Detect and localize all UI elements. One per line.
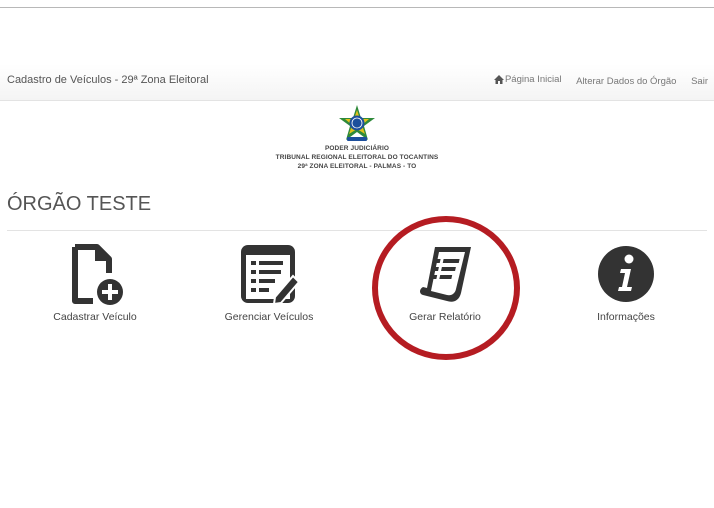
tile-gerenciar-veiculos[interactable]: Gerenciar Veículos — [194, 243, 344, 323]
info-icon — [598, 246, 654, 302]
home-icon — [493, 75, 504, 84]
highlight-circle — [372, 216, 520, 360]
navbar: Cadastro de Veículos - 29ª Zona Eleitora… — [0, 64, 714, 101]
title-divider — [7, 230, 707, 231]
brazil-coat-of-arms-icon — [339, 105, 375, 141]
app-brand[interactable]: Cadastro de Veículos - 29ª Zona Eleitora… — [7, 74, 209, 86]
tile-cadastrar-veiculo[interactable]: Cadastrar Veículo — [20, 243, 170, 323]
header-line-2: TRIBUNAL REGIONAL ELEITORAL DO TOCANTINS — [275, 154, 439, 161]
nav-sair-link[interactable]: Sair — [691, 76, 708, 87]
header-line-3: 29ª ZONA ELEITORAL - PALMAS - TO — [297, 163, 417, 170]
file-add-icon — [72, 244, 123, 305]
edit-list-icon — [241, 245, 301, 305]
window-top-border — [0, 0, 714, 8]
nav-home-link[interactable]: Página Inicial — [493, 74, 562, 85]
nav-alterar-dados-link[interactable]: Alterar Dados do Órgão — [576, 76, 676, 87]
nav-home-label: Página Inicial — [504, 74, 562, 85]
nav-links: Página Inicial Alterar Dados do Órgão Sa… — [482, 74, 708, 87]
page-title: ÓRGÃO TESTE — [7, 193, 152, 215]
tile-label: Gerenciar Veículos — [224, 311, 314, 323]
tile-label: Informações — [597, 311, 655, 323]
header-line-1: PODER JUDICIÁRIO — [324, 145, 390, 152]
page-header: PODER JUDICIÁRIO TRIBUNAL REGIONAL ELEIT… — [0, 104, 714, 171]
tile-informacoes[interactable]: Informações — [551, 243, 701, 323]
tile-label: Cadastrar Veículo — [53, 311, 137, 323]
